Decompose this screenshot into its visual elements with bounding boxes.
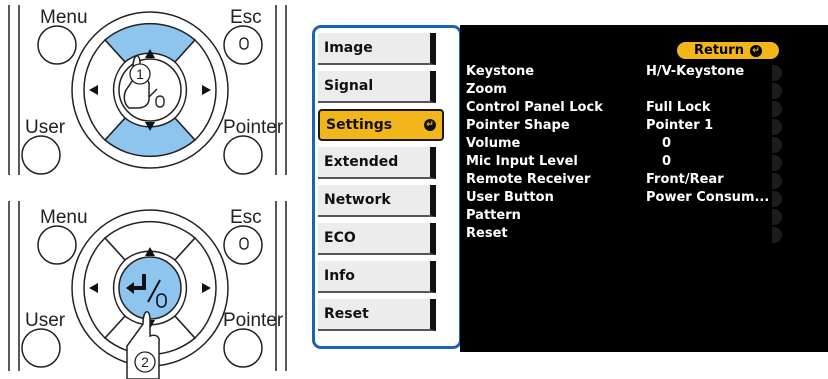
menu-button[interactable] xyxy=(37,25,77,65)
step-number: 1 xyxy=(136,66,144,82)
setting-label: Control Panel Lock xyxy=(466,100,603,115)
setting-row-pointer-shape[interactable]: Pointer Shape Pointer 1 xyxy=(466,118,782,136)
return-button[interactable]: Return ↵ xyxy=(677,42,779,59)
pointer-label: Pointer xyxy=(223,117,284,138)
menu-item-signal[interactable]: Signal xyxy=(318,71,436,103)
menu-item-network[interactable]: Network xyxy=(318,185,436,217)
page: 1 Menu Esc User Pointer 2 Menu Esc User … xyxy=(0,0,828,379)
menu-item-label: Image xyxy=(324,40,373,56)
pointer-label: Pointer xyxy=(223,310,284,331)
menu-item-settings[interactable]: Settings ↵ xyxy=(318,109,444,141)
pointer-button[interactable] xyxy=(223,135,263,175)
setting-label: Zoom xyxy=(466,82,507,97)
user-label: User xyxy=(25,310,66,331)
setting-value: Front/Rear xyxy=(646,172,724,187)
user-label: User xyxy=(25,117,66,138)
setting-value: Pointer 1 xyxy=(646,118,714,133)
setting-value: H/V-Keystone xyxy=(646,64,745,79)
menu-item-reset[interactable]: Reset xyxy=(318,299,436,331)
step-number: 2 xyxy=(141,354,149,370)
enter-icon: ↵ xyxy=(424,119,436,131)
setting-value: Power Consum... xyxy=(646,190,770,205)
menu-item-label: Extended xyxy=(324,154,399,170)
setting-row-control-panel-lock[interactable]: Control Panel Lock Full Lock xyxy=(466,100,782,118)
setting-label: Keystone xyxy=(466,64,535,79)
setting-row-user-button[interactable]: User Button Power Consum... xyxy=(466,190,782,208)
menu-label: Menu xyxy=(40,7,88,28)
pointer-button[interactable] xyxy=(223,328,263,368)
menu-item-label: Info xyxy=(324,268,355,284)
user-button[interactable] xyxy=(21,328,61,368)
setting-label: Remote Receiver xyxy=(466,172,591,187)
setting-row-keystone[interactable]: Keystone H/V-Keystone xyxy=(466,64,782,82)
esc-button[interactable] xyxy=(223,225,263,265)
enter-icon: ↵ xyxy=(749,44,762,57)
menu-item-label: Signal xyxy=(324,78,374,94)
setting-row-reset[interactable]: Reset xyxy=(466,226,782,244)
setting-row-pattern[interactable]: Pattern xyxy=(466,208,782,226)
setting-label: Mic Input Level xyxy=(466,154,578,169)
setting-label: Volume xyxy=(466,136,521,151)
menu-item-extended[interactable]: Extended xyxy=(318,147,436,179)
menu-label: Menu xyxy=(40,207,88,228)
menu-item-label: Reset xyxy=(324,306,369,322)
setting-value: Full Lock xyxy=(646,100,711,115)
setting-value: 0 xyxy=(662,154,672,169)
menu-item-eco[interactable]: ECO xyxy=(318,223,436,255)
menu-item-label: Network xyxy=(324,192,391,208)
setting-label: Pattern xyxy=(466,208,521,223)
setting-label: User Button xyxy=(466,190,554,205)
setting-row-zoom[interactable]: Zoom xyxy=(466,82,782,100)
remote-illustration-top: 1 Menu Esc User Pointer xyxy=(0,0,290,185)
setting-row-remote-receiver[interactable]: Remote Receiver Front/Rear xyxy=(466,172,782,190)
user-button[interactable] xyxy=(21,135,61,175)
menu-item-image[interactable]: Image xyxy=(318,33,436,65)
menu-item-label: Settings xyxy=(326,117,393,133)
esc-label: Esc xyxy=(230,207,262,228)
esc-button[interactable] xyxy=(223,25,263,65)
setting-label: Reset xyxy=(466,226,508,241)
setting-row-volume[interactable]: Volume 0 xyxy=(466,136,782,154)
setting-value: 0 xyxy=(662,136,672,151)
setting-label: Pointer Shape xyxy=(466,118,570,133)
esc-label: Esc xyxy=(230,7,262,28)
menu-item-label: ECO xyxy=(324,230,356,246)
return-label: Return xyxy=(694,43,744,58)
menu-item-info[interactable]: Info xyxy=(318,261,436,293)
remote-illustration-bottom: 2 Menu Esc User Pointer xyxy=(0,196,290,379)
setting-row-mic-input-level[interactable]: Mic Input Level 0 xyxy=(466,154,782,172)
menu-button[interactable] xyxy=(37,225,77,265)
